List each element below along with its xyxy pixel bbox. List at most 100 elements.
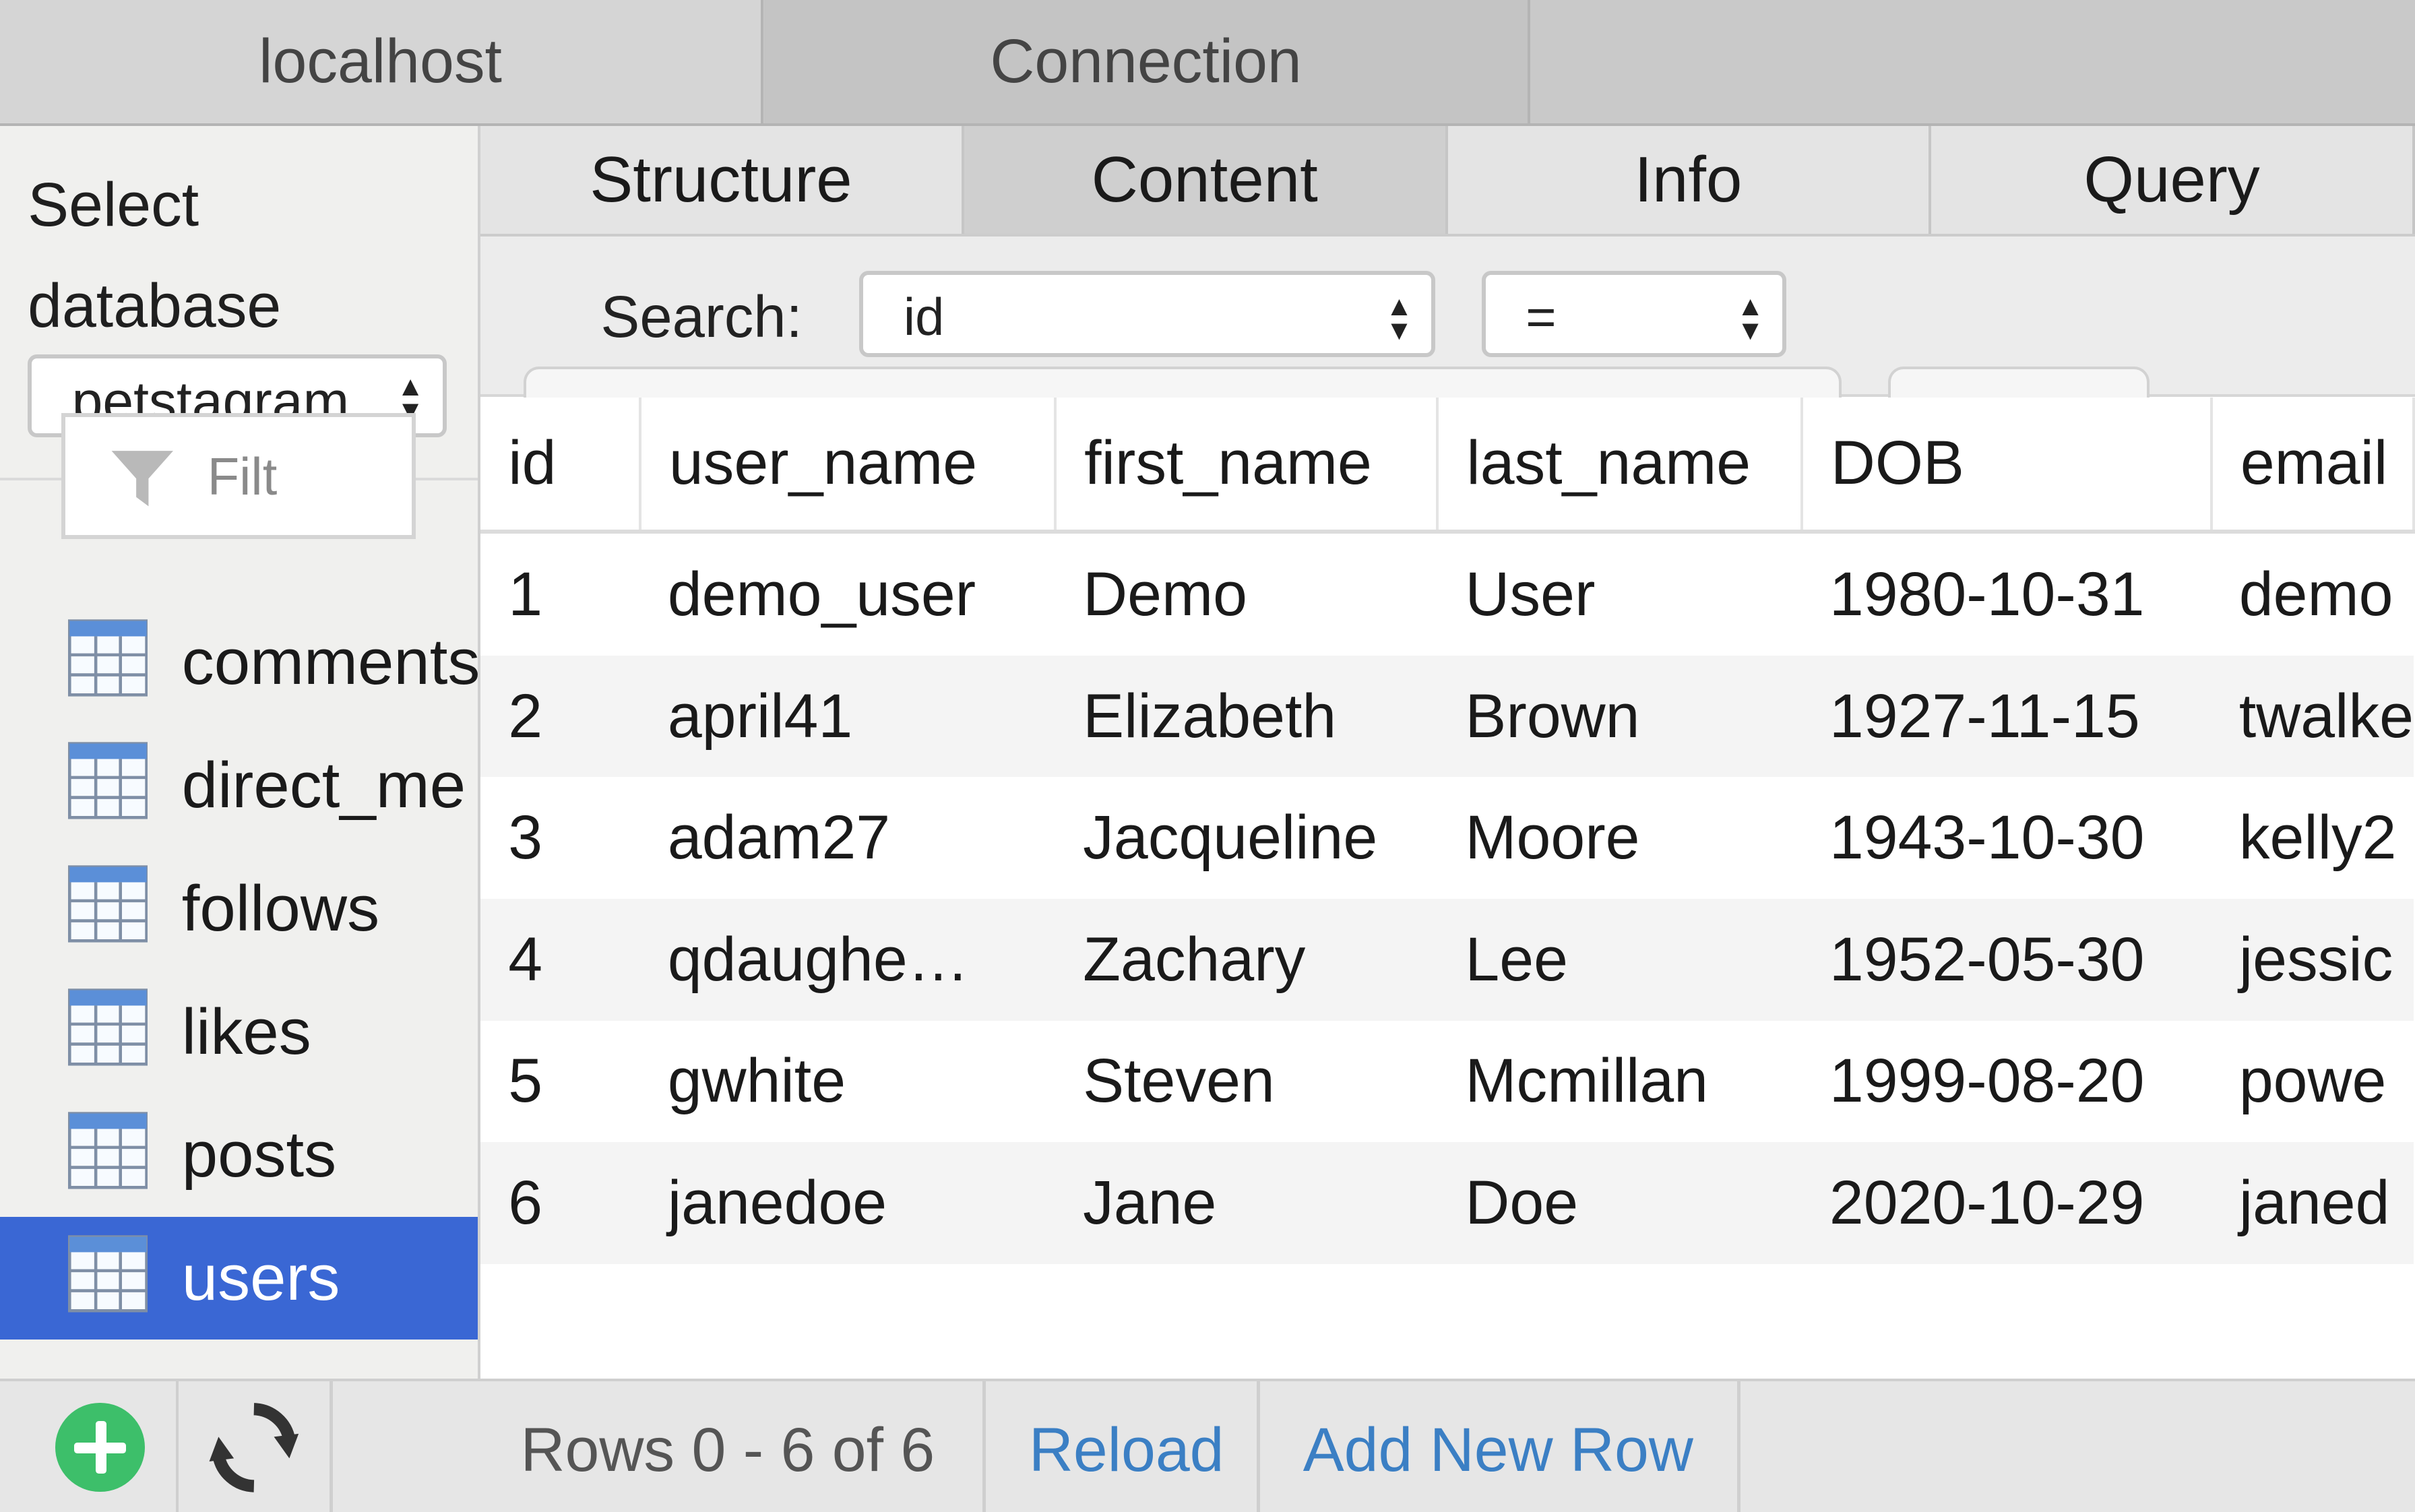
table-cell[interactable]: twalke bbox=[2211, 655, 2414, 778]
sidebar-item-likes[interactable]: likes bbox=[0, 970, 478, 1094]
search-bar: Search: id ▲ ▼ = ▲ ▼ bbox=[480, 237, 2415, 400]
table-row[interactable]: 3 adam27 Jacqueline Moore 1943-10-30 kelly2 bbox=[480, 777, 2414, 899]
table-cell[interactable]: 2 bbox=[480, 655, 640, 778]
table-cell[interactable]: powe bbox=[2211, 1020, 2414, 1143]
table-row[interactable]: 6 janedoe Jane Doe 2020-10-29 janed bbox=[480, 1142, 2414, 1264]
footer-divider bbox=[982, 1381, 986, 1512]
search-button-edge[interactable] bbox=[1888, 366, 2150, 400]
table-header-row: id user_name first_name last_name DOB email bbox=[480, 397, 2415, 534]
sidebar-item-comments[interactable]: comments bbox=[0, 600, 478, 724]
table-icon bbox=[67, 742, 148, 819]
table-cell[interactable]: 1927-11-15 bbox=[1801, 655, 2212, 778]
select-arrows-icon: ▲ ▼ bbox=[1736, 290, 1764, 346]
view-tabs: Structure Content Info Query bbox=[480, 126, 2415, 237]
table-cell[interactable]: 1999-08-20 bbox=[1801, 1020, 2212, 1143]
sidebar-item-label: comments bbox=[181, 625, 480, 698]
footer-divider bbox=[1257, 1381, 1260, 1512]
table-cell[interactable]: 1952-05-30 bbox=[1801, 898, 2212, 1021]
add-table-button[interactable] bbox=[55, 1402, 145, 1492]
table-row[interactable]: 1 demo_user Demo User 1980-10-31 demo bbox=[480, 532, 2414, 656]
table-cell[interactable]: demo_user bbox=[639, 532, 1056, 656]
column-header-last-name[interactable]: last_name bbox=[1437, 397, 1803, 534]
sidebar-item-label: users bbox=[181, 1242, 340, 1315]
table-cell[interactable]: Elizabeth bbox=[1055, 655, 1438, 778]
search-field-select[interactable]: id ▲ ▼ bbox=[859, 271, 1436, 358]
table-cell[interactable]: qdaughe… bbox=[639, 898, 1056, 1021]
table-icon bbox=[67, 1235, 148, 1313]
sidebar-item-follows[interactable]: follows bbox=[0, 847, 478, 970]
table-cell[interactable]: gwhite bbox=[639, 1020, 1056, 1143]
column-header-email[interactable]: email bbox=[2211, 397, 2415, 534]
sidebar-item-posts[interactable]: posts bbox=[0, 1094, 478, 1217]
table-cell[interactable]: 4 bbox=[480, 898, 640, 1021]
table-cell[interactable]: 2020-10-29 bbox=[1801, 1142, 2212, 1264]
table-cell[interactable]: 1 bbox=[480, 532, 640, 656]
tab-query[interactable]: Query bbox=[1931, 126, 2415, 234]
table-cell[interactable]: Demo bbox=[1055, 532, 1438, 656]
table-cell[interactable]: janed bbox=[2211, 1142, 2414, 1264]
table-cell[interactable]: Lee bbox=[1437, 898, 1802, 1021]
connection-tab-bar: localhost Connection bbox=[0, 0, 2415, 126]
footer-divider bbox=[1737, 1381, 1740, 1512]
table-list: comments direct_mefollows likes posts users bbox=[0, 600, 478, 1340]
table-row[interactable]: 5 gwhite Steven Mcmillan 1999-08-20 powe bbox=[480, 1020, 2414, 1143]
table-cell[interactable]: 1943-10-30 bbox=[1801, 777, 2212, 899]
search-label: Search: bbox=[600, 284, 803, 350]
tab-localhost[interactable]: localhost bbox=[0, 0, 764, 123]
column-header-dob[interactable]: DOB bbox=[1801, 397, 2213, 534]
table-cell[interactable]: Brown bbox=[1437, 655, 1802, 778]
table-cell[interactable]: janedoe bbox=[639, 1142, 1056, 1264]
content-footer: Rows 0 - 6 of 6 Reload Add New Row bbox=[480, 1378, 2415, 1512]
sidebar-item-label: posts bbox=[181, 1119, 337, 1191]
table-cell[interactable]: april41 bbox=[639, 655, 1056, 778]
table-cell[interactable]: Moore bbox=[1437, 777, 1802, 899]
column-header-user-name[interactable]: user_name bbox=[639, 397, 1057, 534]
footer-divider bbox=[175, 1381, 179, 1512]
tab-content[interactable]: Content bbox=[964, 126, 1448, 234]
table-cell[interactable]: 3 bbox=[480, 777, 640, 899]
table-cell[interactable]: jessic bbox=[2211, 898, 2414, 1021]
table-cell[interactable]: Doe bbox=[1437, 1142, 1802, 1264]
funnel-icon bbox=[111, 450, 174, 507]
table-cell[interactable]: 1980-10-31 bbox=[1801, 532, 2212, 656]
search-field-value: id bbox=[903, 288, 945, 346]
table-cell[interactable]: Jacqueline bbox=[1055, 777, 1438, 899]
sidebar: Select database petstagram ▲ ▼ Filt comme… bbox=[0, 126, 480, 1379]
table-cell[interactable]: Mcmillan bbox=[1437, 1020, 1802, 1143]
table-filter-input[interactable]: Filt bbox=[61, 412, 416, 539]
sidebar-item-direct-me[interactable]: direct_me bbox=[0, 724, 478, 847]
sidebar-item-label: likes bbox=[181, 995, 311, 1068]
table-cell[interactable]: Steven bbox=[1055, 1020, 1438, 1143]
table-cell[interactable]: demo bbox=[2211, 532, 2414, 656]
table-cell[interactable]: kelly2 bbox=[2211, 777, 2414, 899]
sidebar-item-label: direct_me bbox=[181, 749, 466, 821]
column-header-id[interactable]: id bbox=[480, 397, 641, 534]
content-panel: Search: id ▲ ▼ = ▲ ▼ id user_name first_name… bbox=[480, 237, 2415, 1379]
reload-button[interactable]: Reload bbox=[1029, 1415, 1224, 1486]
table-row[interactable]: 2 april41 Elizabeth Brown 1927-11-15 twalke bbox=[480, 655, 2414, 778]
search-operator-value: = bbox=[1526, 288, 1557, 346]
search-operator-select[interactable]: = ▲ ▼ bbox=[1481, 271, 1787, 358]
table-icon bbox=[67, 988, 148, 1066]
tab-info[interactable]: Info bbox=[1448, 126, 1932, 234]
table-row[interactable]: 4 qdaughe… Zachary Lee 1952-05-30 jessic bbox=[480, 898, 2414, 1021]
table-icon bbox=[67, 619, 148, 697]
column-header-first-name[interactable]: first_name bbox=[1055, 397, 1439, 534]
footer-divider bbox=[330, 1381, 333, 1512]
table-cell[interactable]: 5 bbox=[480, 1020, 640, 1143]
table-cell[interactable]: User bbox=[1437, 532, 1802, 656]
search-input-edge[interactable] bbox=[524, 366, 1842, 400]
table-cell[interactable]: Jane bbox=[1055, 1142, 1438, 1264]
select-database-label: Select database bbox=[28, 170, 282, 341]
sidebar-item-users[interactable]: users bbox=[0, 1216, 478, 1340]
tab-connection[interactable]: Connection bbox=[763, 0, 1531, 123]
table-cell[interactable]: Zachary bbox=[1055, 898, 1438, 1021]
table-icon bbox=[67, 1112, 148, 1189]
add-new-row-button[interactable]: Add New Row bbox=[1303, 1415, 1693, 1486]
table-cell[interactable]: adam27 bbox=[639, 777, 1056, 899]
sidebar-footer bbox=[0, 1378, 481, 1512]
tab-structure[interactable]: Structure bbox=[480, 126, 964, 234]
refresh-icon[interactable] bbox=[206, 1397, 302, 1499]
table-cell[interactable]: 6 bbox=[480, 1142, 640, 1264]
data-table: id user_name first_name last_name DOB email 1… bbox=[480, 397, 2415, 1264]
